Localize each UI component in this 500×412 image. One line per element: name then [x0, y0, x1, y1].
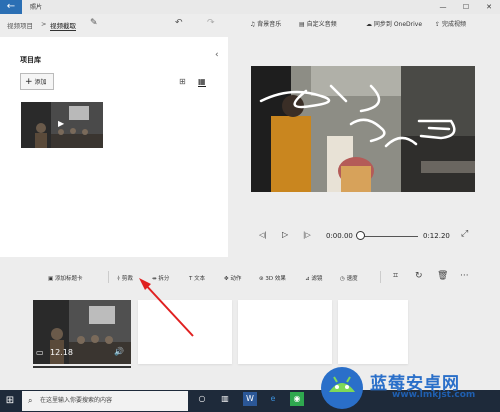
rename-pencil-icon[interactable]: ✎ — [90, 18, 98, 28]
close-button[interactable]: ✕ — [478, 0, 500, 14]
title-bar — [0, 0, 500, 14]
back-arrow-icon: ← — [6, 1, 16, 12]
maximize-button[interactable]: ☐ — [455, 0, 477, 14]
background-music-button[interactable]: ♫ 背景音乐 — [250, 19, 281, 28]
add-media-label: 添加 — [34, 79, 47, 86]
empty-storyboard-slot[interactable] — [238, 300, 332, 364]
undo-icon[interactable]: ↶ — [175, 18, 183, 28]
speed-button[interactable]: ◷ 速度 — [340, 274, 358, 282]
wechat-app-icon[interactable]: ◉ — [290, 392, 304, 406]
seek-bar[interactable] — [360, 236, 418, 237]
sync-onedrive-button[interactable]: ☁ 同步到 OneDrive — [366, 19, 422, 28]
edge-browser-icon[interactable]: e — [266, 392, 280, 406]
audio-icon: ▤ — [299, 21, 307, 28]
fullscreen-icon[interactable]: ⤢ — [461, 229, 468, 239]
more-options-icon[interactable]: ··· — [460, 271, 469, 281]
custom-audio-button[interactable]: ▤ 自定义音频 — [299, 19, 337, 28]
plus-icon: + — [25, 77, 33, 87]
3d-effects-button[interactable]: ⊛ 3D 效果 — [259, 274, 286, 282]
play-overlay-icon: ▶ — [58, 119, 65, 128]
finish-video-label: 完成视频 — [441, 21, 466, 28]
custom-audio-label: 自定义音频 — [306, 21, 337, 28]
back-button[interactable]: ← — [0, 0, 22, 14]
motion-button[interactable]: ✥ 动作 — [224, 274, 241, 282]
annotation-arrow — [139, 278, 194, 337]
breadcrumb-separator: > — [41, 20, 47, 28]
library-title: 项目库 — [20, 56, 41, 64]
export-icon: ⇪ — [435, 21, 442, 28]
volume-icon[interactable]: 🔊 — [114, 347, 124, 356]
rotate-icon[interactable]: ↻ — [415, 271, 423, 281]
redo-icon[interactable]: ↷ — [207, 18, 215, 28]
collapse-chevron-icon[interactable]: ‹ — [215, 50, 219, 60]
video-preview — [251, 66, 475, 192]
app-title: 照片 — [30, 4, 43, 11]
clip-duration: 12.18 — [50, 348, 73, 357]
watermark-logo — [321, 367, 363, 409]
add-title-card-button[interactable]: ▣ 添加标题卡 — [48, 274, 82, 282]
empty-storyboard-slot[interactable] — [338, 300, 408, 364]
word-app-icon[interactable]: W — [243, 392, 257, 406]
background-music-label: 背景音乐 — [257, 21, 282, 28]
breadcrumb-current: 视频截取 — [50, 22, 76, 31]
total-time: 0:12.20 — [423, 232, 450, 240]
add-title-card-label: 添加标题卡 — [54, 276, 83, 282]
windows-start-icon[interactable]: ⊞ — [0, 390, 20, 412]
taskbar-search-box[interactable]: 在这里输入你要搜索的内容 — [22, 391, 188, 411]
next-frame-icon[interactable]: |▷ — [303, 231, 311, 239]
finish-video-button[interactable]: ⇪ 完成视频 — [435, 19, 466, 28]
3d-effects-label: 3D 效果 — [265, 276, 286, 282]
resize-icon[interactable]: ⌗ — [393, 271, 398, 281]
selected-clip-indicator — [33, 366, 131, 368]
cloud-icon: ☁ — [366, 21, 374, 28]
previous-frame-icon[interactable]: ◁| — [259, 231, 267, 239]
preview-frame-image — [251, 66, 475, 192]
watermark-url: www.lmkjst.com — [392, 390, 476, 400]
task-switch-icon[interactable]: ▥ — [218, 392, 232, 406]
task-view-icon[interactable]: ○ — [195, 392, 209, 406]
library-video-thumbnail[interactable]: ▶ — [21, 102, 103, 148]
breadcrumb-parent[interactable]: 视频项目 — [7, 20, 33, 30]
grid-view-icon[interactable]: ⊞ — [179, 77, 186, 86]
motion-label: 动作 — [230, 276, 242, 282]
monitor-icon: ▭ — [36, 348, 44, 357]
delete-icon[interactable]: 🗑 — [437, 271, 448, 281]
minimize-button[interactable]: — — [432, 0, 454, 14]
sync-onedrive-label: 同步到 OneDrive — [373, 21, 423, 28]
add-media-button[interactable]: + 添加 — [20, 73, 54, 90]
speed-label: 速度 — [346, 276, 358, 282]
trim-button[interactable]: ⫩ 剪裁 — [117, 274, 133, 283]
filters-button[interactable]: ⊿ 滤镜 — [305, 274, 322, 282]
trim-label: 剪裁 — [121, 276, 133, 282]
filters-label: 滤镜 — [311, 276, 323, 282]
current-time: 0:00.00 — [326, 232, 353, 240]
play-button[interactable]: ▷ — [282, 230, 288, 239]
seek-handle[interactable] — [356, 231, 365, 240]
toolbar-divider — [380, 271, 381, 283]
list-view-icon[interactable]: ▦ — [198, 77, 206, 87]
search-icon: ⌕ — [28, 396, 33, 405]
title-card-icon: ▣ — [48, 276, 55, 282]
toolbar-divider — [108, 271, 109, 283]
